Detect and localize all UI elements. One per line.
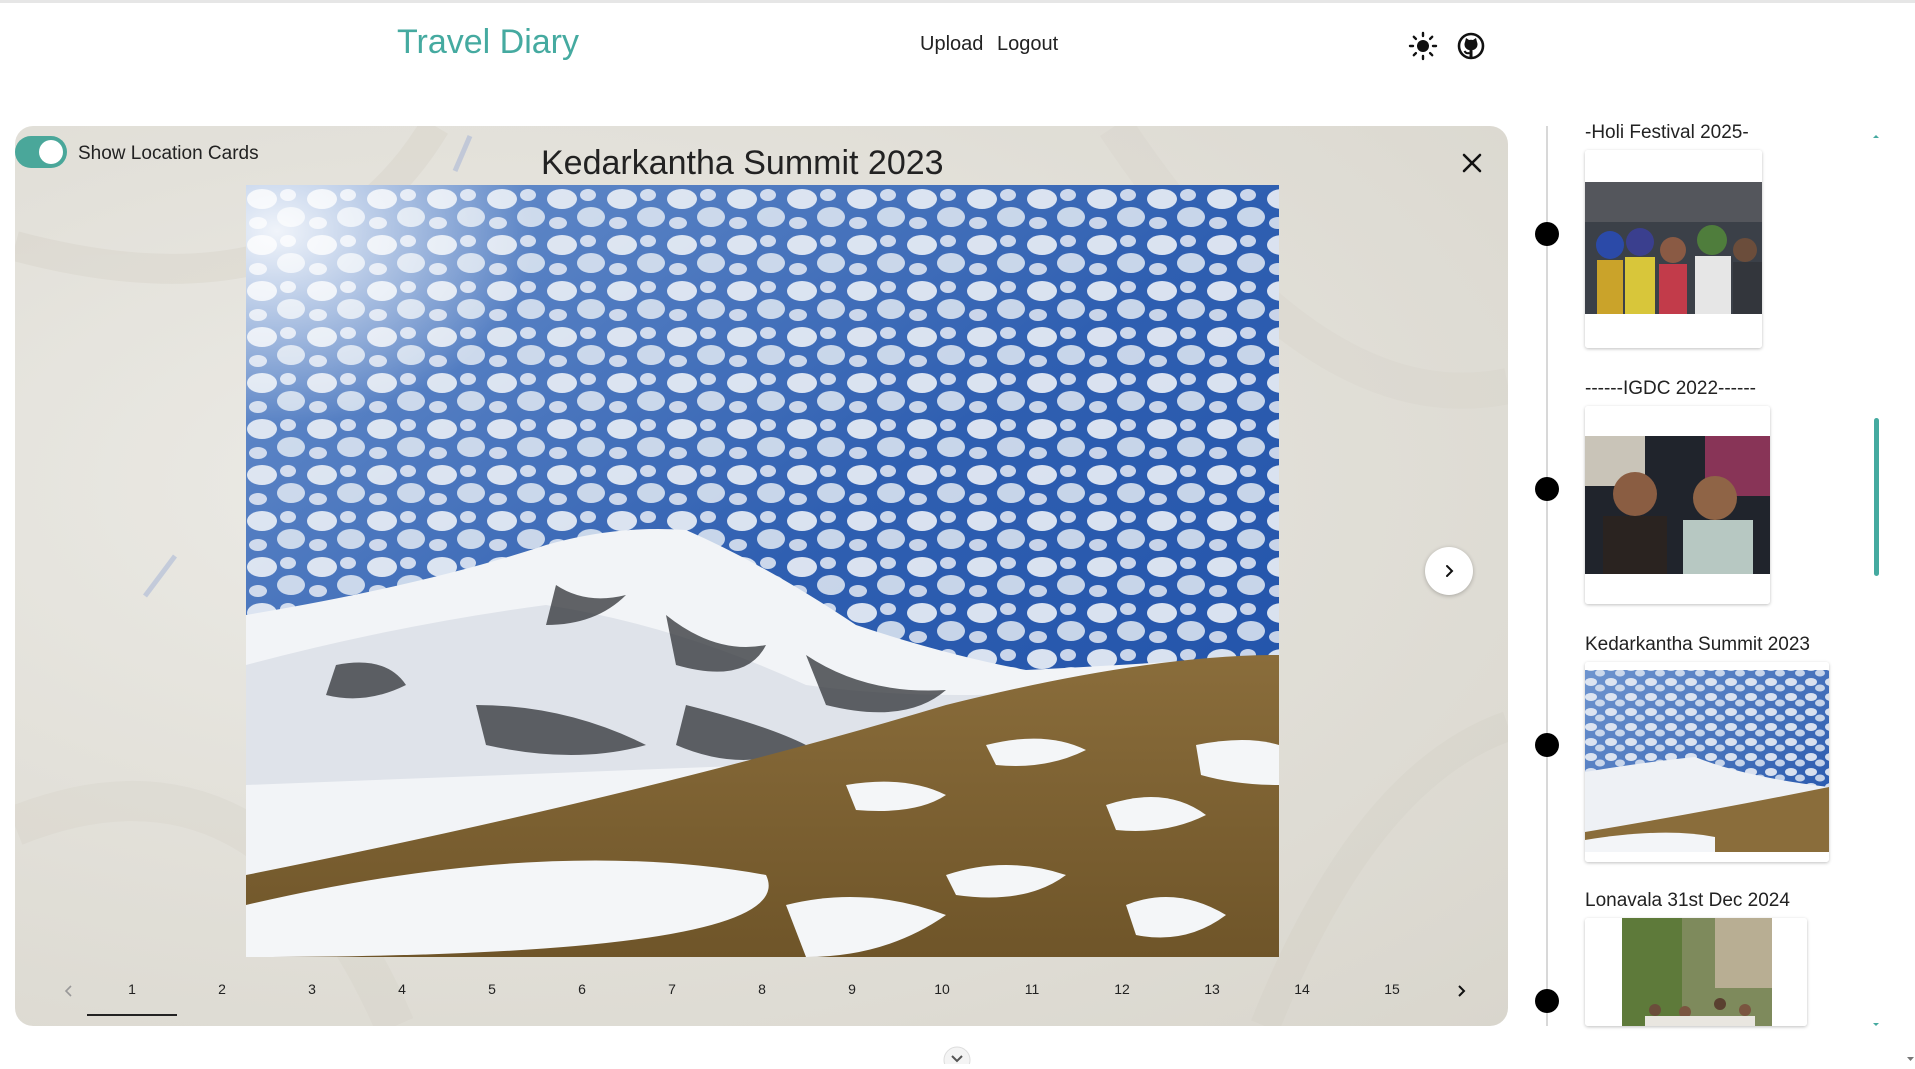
main-photo [246, 185, 1279, 957]
photo-title: Kedarkantha Summit 2023 [541, 144, 944, 182]
timeline-line [1546, 126, 1548, 1026]
page-tab-10[interactable]: 10 [897, 971, 987, 1016]
sun-icon[interactable] [1408, 31, 1438, 61]
github-icon[interactable] [1456, 31, 1486, 61]
timeline-label-lonavala: Lonavala 31st Dec 2024 [1585, 890, 1790, 911]
timeline-dot [1535, 477, 1559, 501]
timeline-card-holi[interactable] [1585, 150, 1762, 348]
location-cards-toggle-label: Show Location Cards [78, 143, 259, 164]
nav-upload[interactable]: Upload [920, 33, 983, 55]
pagination-next-icon[interactable] [1449, 979, 1473, 1003]
page-tab-11[interactable]: 11 [987, 971, 1077, 1016]
timeline-card-lonavala[interactable] [1585, 918, 1807, 1026]
photo-viewer-panel: Show Location Cards Kedarkantha Summit 2… [15, 126, 1508, 1026]
app-header: Travel Diary Upload Logout [0, 3, 1915, 83]
timeline-dot [1535, 222, 1559, 246]
chevron-right-icon [1446, 565, 1454, 577]
next-photo-button[interactable] [1425, 547, 1473, 595]
page-tab-2[interactable]: 2 [177, 971, 267, 1016]
timeline-label-igdc: ------IGDC 2022------ [1585, 378, 1756, 399]
timeline-dot [1535, 733, 1559, 757]
page-tab-7[interactable]: 7 [627, 971, 717, 1016]
main-nav: Upload Logout [920, 33, 1066, 56]
pagination-prev-icon[interactable] [57, 979, 81, 1003]
page-tab-4[interactable]: 4 [357, 971, 447, 1016]
page-tab-3[interactable]: 3 [267, 971, 357, 1016]
page-tab-1[interactable]: 1 [87, 971, 177, 1016]
brand-title[interactable]: Travel Diary [397, 23, 579, 62]
page-tab-6[interactable]: 6 [537, 971, 627, 1016]
close-icon[interactable] [1455, 146, 1489, 180]
page-tab-5[interactable]: 5 [447, 971, 537, 1016]
timeline-card-igdc[interactable] [1585, 406, 1770, 604]
nav-logout[interactable]: Logout [997, 33, 1058, 55]
timeline-scroll-down-icon[interactable] [1871, 1016, 1881, 1026]
timeline-label-kedarkantha: Kedarkantha Summit 2023 [1585, 634, 1810, 655]
page-scroll-down-icon[interactable] [1906, 1050, 1915, 1061]
page-tab-12[interactable]: 12 [1077, 971, 1167, 1016]
page-tab-13[interactable]: 13 [1167, 971, 1257, 1016]
location-cards-toggle[interactable] [15, 136, 67, 168]
timeline-card-kedarkantha[interactable] [1585, 662, 1829, 862]
page-tab-14[interactable]: 14 [1257, 971, 1347, 1016]
timeline-label-holi: -Holi Festival 2025- [1585, 122, 1749, 143]
timeline-dot [1535, 989, 1559, 1013]
page-tab-15[interactable]: 15 [1347, 971, 1437, 1016]
page-tab-9[interactable]: 9 [807, 971, 897, 1016]
timeline-scrollbar-thumb[interactable] [1874, 418, 1879, 576]
page-tab-8[interactable]: 8 [717, 971, 807, 1016]
scroll-down-icon[interactable] [943, 1046, 971, 1069]
photo-pagination: 1 2 3 4 5 6 7 8 9 10 11 12 13 14 15 [45, 971, 1495, 1016]
timeline-scroll-up-icon[interactable] [1871, 127, 1881, 138]
